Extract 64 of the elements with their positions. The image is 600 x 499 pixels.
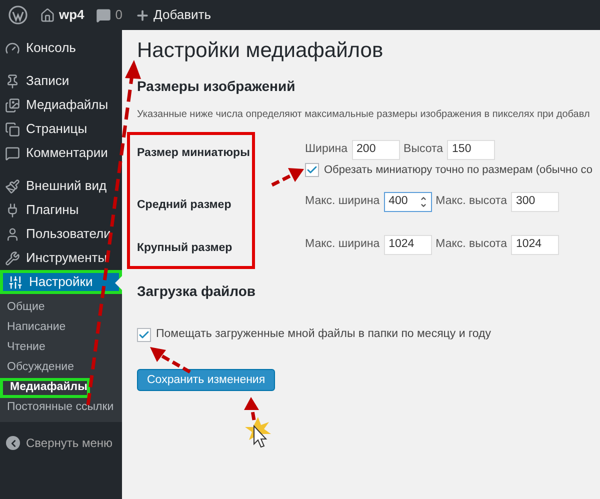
checkbox[interactable] xyxy=(305,163,319,178)
menu-item[interactable]: Страницы xyxy=(0,117,122,141)
page-title: Настройки медиафайлов xyxy=(137,38,384,64)
number-field[interactable]: 200 xyxy=(352,140,400,160)
paintbrush-icon xyxy=(5,178,20,194)
pin-icon xyxy=(5,74,20,88)
submenu-item[interactable]: Написание xyxy=(0,318,122,338)
menu-item[interactable]: Плагины xyxy=(0,198,122,222)
number-field[interactable]: 400 xyxy=(384,192,432,212)
menu-item[interactable]: Пользователи xyxy=(0,222,122,246)
spinner-icon[interactable] xyxy=(420,195,427,209)
sliders-icon xyxy=(8,274,23,290)
collapse-icon xyxy=(6,436,20,450)
pages-icon xyxy=(5,122,20,136)
field-label: Макс. ширина xyxy=(305,194,380,210)
plug-icon xyxy=(5,202,20,218)
field-label: Ширина xyxy=(305,142,348,158)
site-name-link[interactable]: wp4 xyxy=(59,5,84,25)
menu-item[interactable]: Медиафайлы xyxy=(0,93,122,117)
menu-item[interactable]: Консоль xyxy=(0,36,122,60)
user-icon xyxy=(5,226,20,242)
checkbox-label: Помещать загруженные мной файлы в папки по месяцу и году xyxy=(156,327,491,342)
annotation-arrow xyxy=(271,168,304,187)
home-icon[interactable] xyxy=(40,8,55,22)
submenu-item[interactable]: Обсуждение xyxy=(0,358,122,378)
section-description: Указанные ниже числа определяют максимальные размеры изображения в пикселях при добавл xyxy=(137,108,591,122)
number-field[interactable]: 300 xyxy=(510,192,559,212)
speech-bubble-icon xyxy=(5,146,20,160)
row-label: Крупный размер xyxy=(137,241,234,256)
menu-item[interactable]: Внешний вид xyxy=(0,174,122,198)
menu-item[interactable]: Настройки xyxy=(0,270,122,294)
annotation-arrow xyxy=(244,397,259,420)
submenu-item[interactable]: Чтение xyxy=(0,338,122,358)
field-label: Макс. высота xyxy=(436,194,507,210)
comment-icon[interactable] xyxy=(96,8,112,22)
number-field[interactable]: 150 xyxy=(447,140,496,160)
field-label: Высота xyxy=(404,142,444,158)
menu-item[interactable]: Комментарии xyxy=(0,141,122,165)
gauge-icon xyxy=(5,40,20,56)
checkbox-label: Обрезать миниатюру точно по размерам (обычно со xyxy=(324,163,593,178)
submenu-item[interactable]: Медиафайлы xyxy=(0,378,90,398)
plus-icon[interactable] xyxy=(134,8,150,22)
row-label: Размер миниатюры xyxy=(137,146,251,161)
field-label: Макс. высота xyxy=(436,237,507,252)
new-link[interactable]: Добавить xyxy=(154,5,211,25)
field-label: Макс. ширина xyxy=(305,237,380,252)
number-field[interactable]: 1024 xyxy=(510,235,559,255)
annotation-arrow xyxy=(150,347,191,374)
checkmark-icon xyxy=(138,328,150,341)
number-field[interactable]: 1024 xyxy=(384,235,432,255)
section-heading: Загрузка файлов xyxy=(137,282,257,301)
cursor-icon xyxy=(254,424,268,448)
section-heading: Размеры изображений xyxy=(137,77,296,96)
comment-count: 0 xyxy=(115,6,123,24)
collapse-menu-button[interactable]: Свернуть меню xyxy=(0,434,122,452)
menu-item[interactable]: Записи xyxy=(0,69,122,93)
submenu-item[interactable]: Общие xyxy=(0,298,122,318)
submenu-item[interactable]: Постоянные ссылки xyxy=(0,398,122,418)
row-label: Средний размер xyxy=(137,198,232,213)
save-button[interactable]: Сохранить изменения xyxy=(137,369,276,392)
wordpress-logo-icon[interactable] xyxy=(8,5,28,25)
wrench-icon xyxy=(5,250,20,266)
checkbox[interactable] xyxy=(137,328,151,342)
images-icon xyxy=(5,98,20,112)
